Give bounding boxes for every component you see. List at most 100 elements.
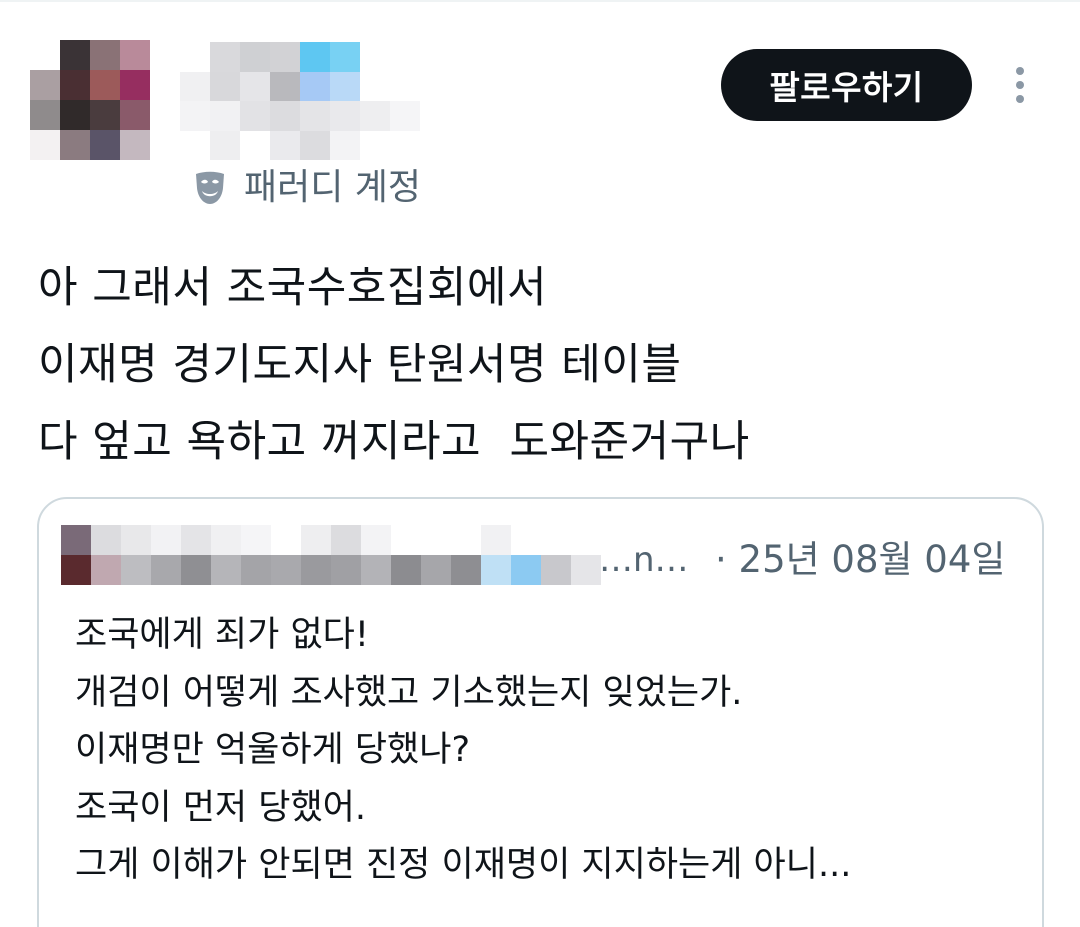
more-vertical-icon-dot [1016,95,1024,103]
name-pixel [360,101,390,131]
avatar-pixel [60,40,90,70]
quoted-text-line: 이재명만 억울하게 당했나? [75,730,471,770]
name-pixel [330,130,360,160]
quote-name-pixel [121,555,151,585]
name-pixel [360,130,390,160]
name-pixel [390,71,420,101]
avatar-pixel [120,40,150,70]
quote-name-pixel [211,525,241,555]
avatar-pixel [90,130,120,160]
quoted-text-line: 조국이 먼저 당했어. [75,787,366,828]
name-pixel [300,42,330,72]
quote-name-pixel [121,525,151,555]
quote-name-pixel [571,555,601,585]
name-pixel [270,130,300,160]
quote-name-pixel [301,555,331,585]
tweet-text-line: 다 엎고 욕하고 꺼지라고 도와준거구나 [38,417,750,467]
tweet-view: 패러디 계정 팔로우하기 아 그래서 조국수호집회에서 이재명 경기도지사 탄원… [0,0,1080,927]
quoted-author-avatar [61,525,121,585]
quote-name-pixel [481,525,511,555]
more-options-button[interactable] [998,60,1042,110]
quote-name-pixel [451,555,481,585]
quote-name-pixel [421,525,451,555]
quote-name-pixel [181,525,211,555]
name-pixel [390,42,420,72]
follow-button[interactable]: 팔로우하기 [721,49,972,121]
name-pixel [240,71,270,101]
quoted-text-line: 조국에게 죄가 없다! [75,615,369,655]
name-pixel [210,130,240,160]
quoted-tweet-date: · 25년 08월 04일 [715,538,1006,581]
quote-name-pixel [271,525,301,555]
name-pixel [270,101,300,131]
name-pixel [180,42,210,72]
avatar-pixel [120,100,150,130]
more-vertical-icon [1016,67,1024,75]
quote-name-pixel [511,555,541,585]
quote-name-pixel [511,525,541,555]
name-pixel [300,130,330,160]
name-pixel [330,101,360,131]
quote-name-pixel [391,525,421,555]
quote-name-pixel [391,555,421,585]
name-pixel [300,71,330,101]
quoted-tweet-text: 조국에게 죄가 없다! 개검이 어떻게 조사했고 기소했는지 잊었는가. 이재명… [75,607,1025,895]
quoted-text-line: 그게 이해가 안되면 진정 이재명이 지지하는게 아니... [75,845,852,885]
name-pixel [210,42,240,72]
avatar-pixel [120,130,150,160]
name-pixel [300,101,330,131]
quote-name-pixel [151,555,181,585]
quote-avatar-pixel [61,555,91,585]
avatar-pixel [30,40,60,70]
quote-name-pixel [301,525,331,555]
quote-name-pixel [541,555,571,585]
quote-name-pixel [451,525,481,555]
quote-name-pixel [571,525,601,555]
name-pixel [180,101,210,131]
author-name-censored[interactable] [180,42,420,160]
name-pixel [240,130,270,160]
name-pixel [360,42,390,72]
name-pixel [390,130,420,160]
quote-name-pixel [421,555,451,585]
avatar-pixel [90,40,120,70]
quote-name-pixel [211,555,241,585]
avatar-pixel [60,100,90,130]
avatar-pixel [90,100,120,130]
quoted-author-handle: …n… [599,540,689,580]
quote-name-pixel [361,525,391,555]
name-pixel [360,71,390,101]
more-vertical-icon-dot [1016,81,1024,89]
name-pixel [240,101,270,131]
parody-account-label: 패러디 계정 [244,167,422,208]
quote-name-pixel [181,555,211,585]
avatar-pixel [60,130,90,160]
name-pixel [330,42,360,72]
quote-name-pixel [541,525,571,555]
author-avatar[interactable] [30,40,150,160]
quoted-author-name-censored [121,525,601,585]
tweet-text: 아 그래서 조국수호집회에서 이재명 경기도지사 탄원서명 테이블 다 엎고 욕… [38,250,1038,481]
avatar-pixel [60,70,90,100]
quote-avatar-pixel [91,555,121,585]
quoted-tweet-card[interactable]: …n… · 25년 08월 04일 조국에게 죄가 없다! 개검이 어떻게 조사… [37,497,1044,927]
quote-name-pixel [331,555,361,585]
quote-name-pixel [361,555,391,585]
quote-name-pixel [481,555,511,585]
name-pixel [210,101,240,131]
name-pixel [180,71,210,101]
avatar-pixel [120,70,150,100]
theater-mask-icon [196,171,224,204]
name-pixel [270,42,300,72]
quote-name-pixel [331,525,361,555]
quote-avatar-pixel [61,525,91,555]
quote-avatar-pixel [91,525,121,555]
name-pixel [180,130,210,160]
top-divider [0,0,1080,2]
quote-name-pixel [241,525,271,555]
quote-name-pixel [151,525,181,555]
name-pixel [330,71,360,101]
quote-name-pixel [241,555,271,585]
parody-account-row: 패러디 계정 [190,160,421,216]
name-pixel [240,42,270,72]
